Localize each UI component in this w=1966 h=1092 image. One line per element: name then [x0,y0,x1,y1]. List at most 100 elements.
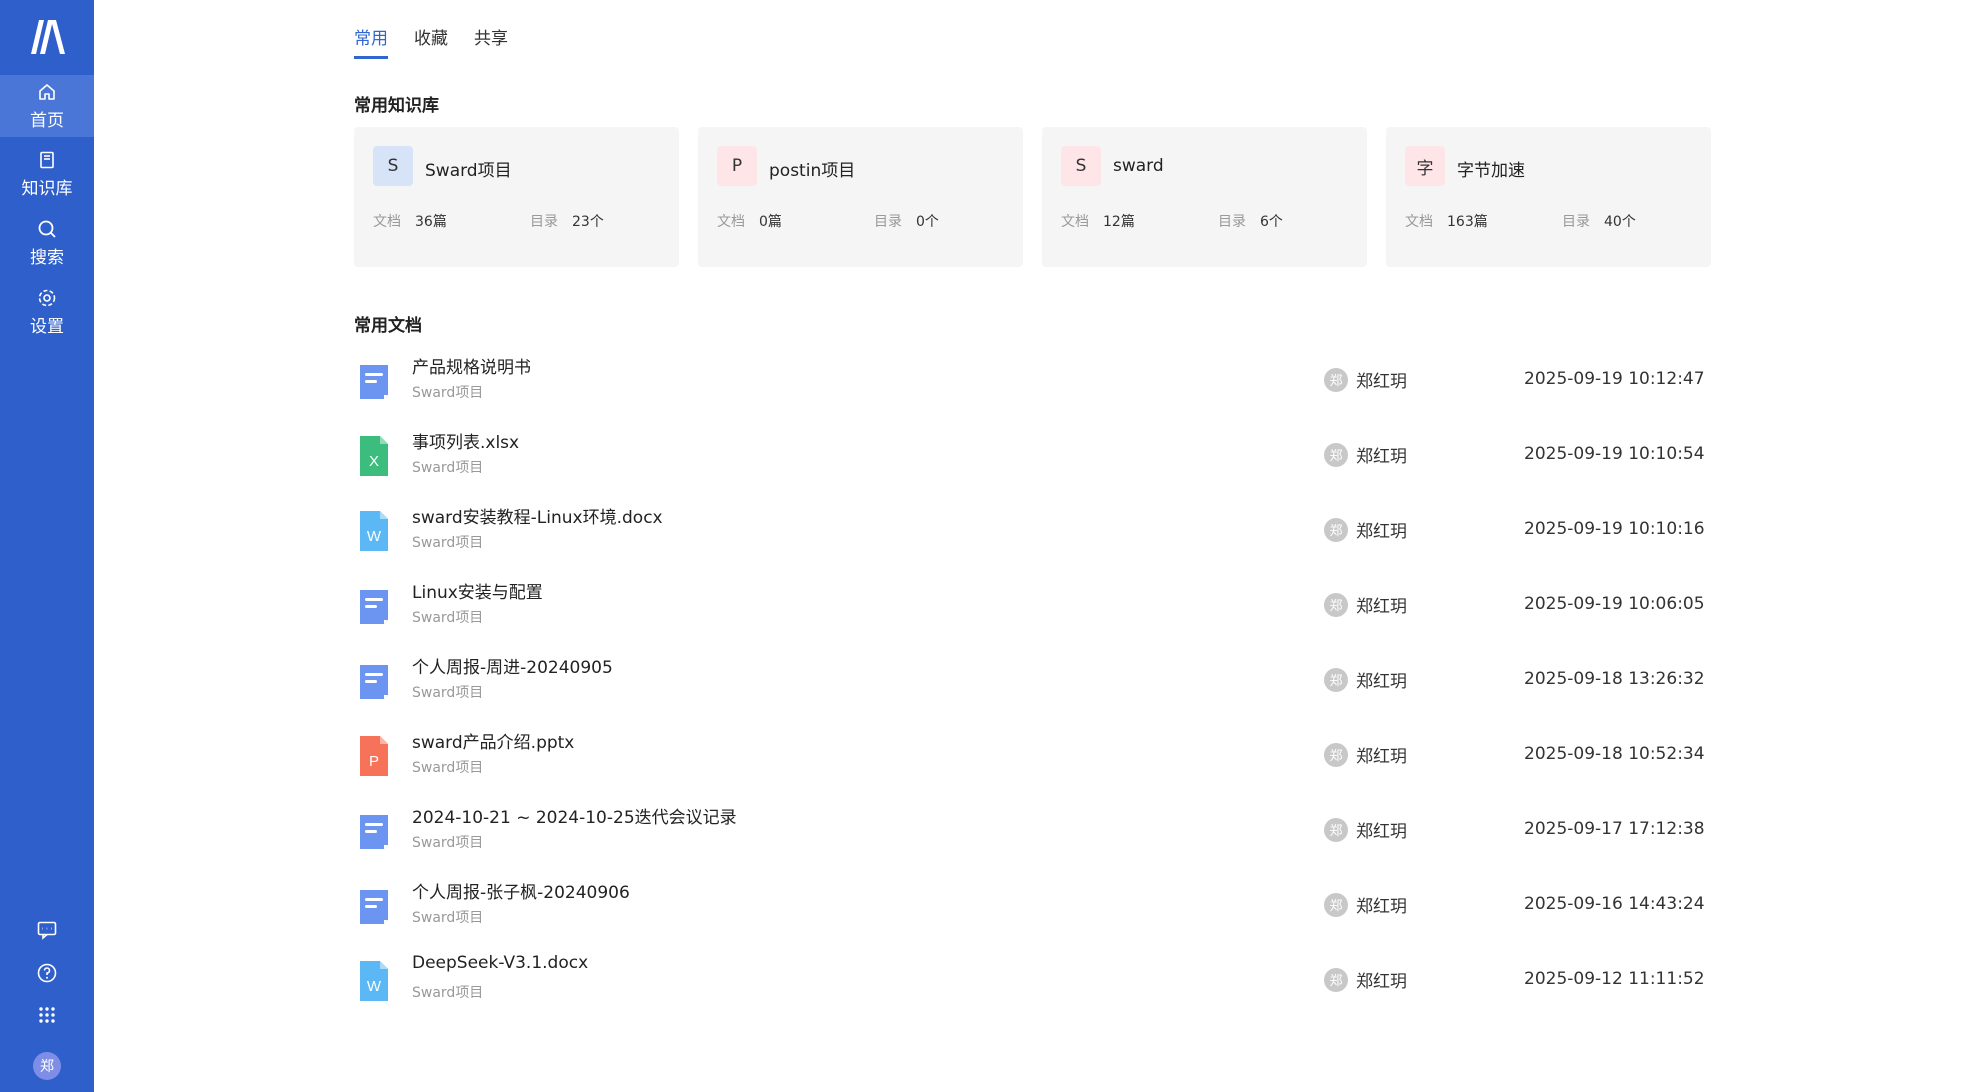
tab-bar: 常用 收藏 共享 [354,24,508,59]
doc-row[interactable]: 2024-10-21 ~ 2024-10-25迭代会议记录 Sward项目 郑郑… [354,797,1705,872]
doc-updated-time: 2025-09-19 10:10:16 [1524,519,1705,539]
nav-search[interactable]: 搜索 [0,212,94,274]
repo-doc-count: 0篇 [759,214,782,230]
doc-author: 郑郑红玥 [1324,592,1407,617]
doc-author: 郑郑红玥 [1324,742,1407,767]
logo-icon [31,20,65,54]
tab-shared[interactable]: 共享 [474,24,508,59]
repo-doc-stat: 文档 12篇 [1061,211,1135,231]
repos-section-title: 常用知识库 [354,96,439,116]
doc-name: 个人周报-周进-20240905 [412,658,613,678]
doc-name: 产品规格说明书 [412,358,531,378]
author-name: 郑红玥 [1356,747,1407,767]
repo-doc-label: 文档 [373,214,401,230]
doc-name: 事项列表.xlsx [412,433,520,453]
author-avatar: 郑 [1324,367,1348,392]
repo-doc-count: 163篇 [1447,214,1488,230]
repo-dir-stat: 目录 6个 [1218,211,1283,231]
doc-author: 郑郑红玥 [1324,667,1407,692]
word-file-icon: W [360,961,388,1001]
doc-row[interactable]: P sward产品介绍.pptx Sward项目 郑郑红玥 2025-09-18… [354,722,1705,797]
svg-text:P: P [369,753,379,770]
document-icon [360,365,388,399]
doc-row[interactable]: 个人周报-周进-20240905 Sward项目 郑郑红玥 2025-09-18… [354,647,1705,722]
repo-name: Sward项目 [425,161,512,181]
user-avatar[interactable]: 郑 [33,1052,61,1080]
repo-initial-icon: P [717,146,757,186]
nav-knowledge-base[interactable]: 知识库 [0,143,94,205]
doc-row[interactable]: X 事项列表.xlsx Sward项目 郑郑红玥 2025-09-19 10:1… [354,422,1705,497]
doc-author: 郑郑红玥 [1324,517,1407,542]
tab-favorites[interactable]: 收藏 [414,24,448,59]
nav-settings[interactable]: 设置 [0,281,94,343]
author-name: 郑红玥 [1356,672,1407,692]
document-icon [360,815,388,849]
document-icon [360,590,388,624]
author-name: 郑红玥 [1356,897,1407,917]
svg-text:W: W [367,978,382,995]
repo-dir-label: 目录 [1562,214,1590,230]
repo-doc-stat: 文档 36篇 [373,211,447,231]
message-icon[interactable] [32,915,62,945]
doc-row[interactable]: 产品规格说明书 Sward项目 郑郑红玥 2025-09-19 10:12:47 [354,347,1705,422]
doc-updated-time: 2025-09-12 11:11:52 [1524,969,1705,989]
repo-dir-stat: 目录 40个 [1562,211,1636,231]
tab-frequent[interactable]: 常用 [354,24,388,59]
repo-card[interactable]: P postin项目 文档 0篇 目录 0个 [698,127,1023,267]
repo-dir-count: 0个 [916,214,939,230]
author-name: 郑红玥 [1356,372,1407,392]
author-name: 郑红玥 [1356,972,1407,992]
author-avatar: 郑 [1324,442,1348,467]
book-icon [36,149,58,171]
doc-row[interactable]: 个人周报-张子枫-20240906 Sward项目 郑郑红玥 2025-09-1… [354,872,1705,947]
doc-author: 郑郑红玥 [1324,892,1407,917]
doc-name: sward产品介绍.pptx [412,733,575,753]
repo-doc-count: 12篇 [1103,214,1135,230]
sidebar: 首页 知识库 搜索 设置 郑 [0,0,94,1092]
author-name: 郑红玥 [1356,522,1407,542]
app-logo[interactable] [0,0,94,72]
nav-search-label: 搜索 [30,248,64,268]
doc-row[interactable]: W DeepSeek-V3.1.docx Sward项目 郑郑红玥 2025-0… [354,947,1705,1022]
nav-home-label: 首页 [30,111,64,131]
repo-dir-count: 6个 [1260,214,1283,230]
help-icon[interactable] [32,958,62,988]
doc-repo: Sward项目 [412,985,484,1001]
repo-dir-stat: 目录 23个 [530,211,604,231]
doc-name: 个人周报-张子枫-20240906 [412,883,630,903]
doc-repo: Sward项目 [412,910,484,926]
apps-grid-icon[interactable] [32,1000,62,1030]
doc-name: sward安装教程-Linux环境.docx [412,508,663,528]
doc-row[interactable]: Linux安装与配置 Sward项目 郑郑红玥 2025-09-19 10:06… [354,572,1705,647]
search-icon [36,218,58,240]
repo-card-list: S Sward项目 文档 36篇 目录 23个 P postin项目 文档 0篇 目录… [354,127,1711,267]
repo-dir-count: 40个 [1604,214,1636,230]
doc-row[interactable]: W sward安装教程-Linux环境.docx Sward项目 郑郑红玥 20… [354,497,1705,572]
doc-updated-time: 2025-09-16 14:43:24 [1524,894,1705,914]
author-avatar: 郑 [1324,742,1348,767]
doc-repo: Sward项目 [412,535,484,551]
docs-section-title: 常用文档 [354,316,422,336]
document-icon [360,665,388,699]
nav-home[interactable]: 首页 [0,75,94,137]
word-file-icon: W [360,511,388,551]
repo-card[interactable]: S sward 文档 12篇 目录 6个 [1042,127,1367,267]
gear-icon [36,287,58,309]
repo-card[interactable]: 字 字节加速 文档 163篇 目录 40个 [1386,127,1711,267]
author-avatar: 郑 [1324,892,1348,917]
repo-doc-label: 文档 [1405,214,1433,230]
doc-author: 郑郑红玥 [1324,817,1407,842]
author-name: 郑红玥 [1356,597,1407,617]
svg-text:W: W [367,528,382,545]
doc-repo: Sward项目 [412,385,484,401]
doc-repo: Sward项目 [412,685,484,701]
repo-doc-label: 文档 [1061,214,1089,230]
repo-name: 字节加速 [1457,161,1525,181]
repo-initial-icon: S [373,146,413,186]
repo-name: postin项目 [769,161,856,181]
doc-updated-time: 2025-09-19 10:10:54 [1524,444,1705,464]
repo-card[interactable]: S Sward项目 文档 36篇 目录 23个 [354,127,679,267]
doc-name: Linux安装与配置 [412,583,543,603]
author-name: 郑红玥 [1356,447,1407,467]
doc-updated-time: 2025-09-18 13:26:32 [1524,669,1705,689]
